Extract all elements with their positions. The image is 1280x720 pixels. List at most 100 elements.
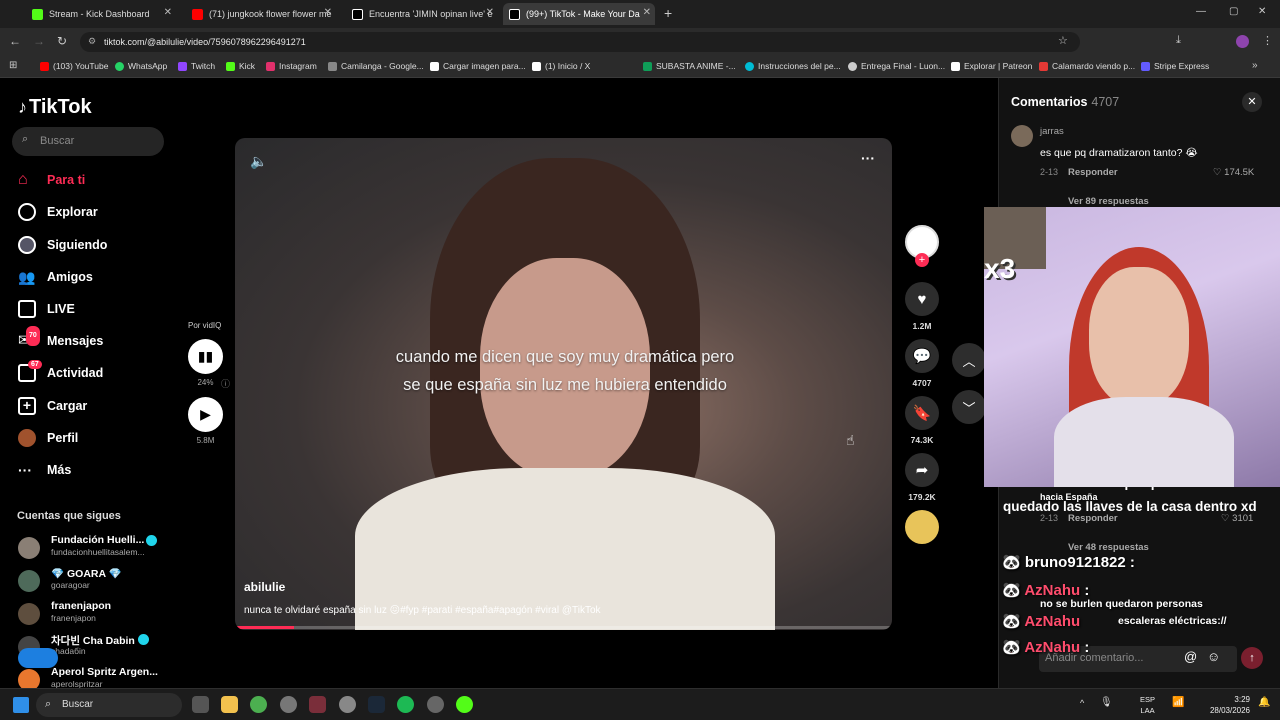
browser-tab[interactable]: (71) jungkook flower flower me ✕ — [186, 3, 336, 25]
notification-icon[interactable]: 🔔 — [1258, 697, 1270, 708]
comment-button[interactable]: 💬 4707 — [902, 339, 942, 388]
previous-video-button[interactable]: ︿ — [952, 343, 986, 377]
more-bookmarks-icon[interactable]: » — [1252, 60, 1258, 71]
taskbar-search[interactable]: ⌕ Buscar — [36, 693, 182, 717]
forward-icon[interactable]: → — [33, 34, 45, 48]
info-icon[interactable]: ⓘ — [221, 377, 230, 390]
close-comments-button[interactable]: ✕ — [1242, 92, 1262, 112]
bookmark[interactable]: Camilanga - Google... — [328, 61, 424, 71]
following-account[interactable]: Aperol Spritz Argen... aperolspritzar — [18, 666, 178, 688]
nav-mas[interactable]: ··· Más — [18, 459, 71, 481]
bookmark[interactable]: Twitch — [178, 61, 215, 71]
bookmark[interactable]: Cargar imagen para... — [430, 61, 526, 71]
network-icon[interactable]: 📶 — [1172, 697, 1184, 708]
system-clock[interactable]: 3:29 28/03/2026 — [1200, 694, 1250, 716]
following-account[interactable]: 💎 GOARA 💎 goaragoar — [18, 567, 178, 595]
nav-cargar[interactable]: + Cargar — [18, 395, 87, 417]
close-icon[interactable]: ✕ — [324, 7, 332, 18]
more-options-icon[interactable]: ··· — [861, 150, 875, 166]
settings-icon[interactable] — [280, 696, 297, 713]
bookmark[interactable]: (103) YouTube — [40, 61, 108, 71]
new-tab-icon[interactable]: + — [664, 5, 672, 21]
post-comment-button[interactable]: ↑ — [1241, 647, 1263, 669]
following-account[interactable]: franenjapon franenjapon — [18, 600, 178, 628]
apps-icon[interactable]: ⊞ — [9, 60, 17, 71]
vidiq-play-button[interactable]: ▶ — [188, 397, 223, 432]
following-account[interactable]: Fundación Huelli... fundacionhuellitasal… — [18, 534, 178, 562]
save-button[interactable]: 🔖 74.3K — [902, 396, 942, 445]
bookmark[interactable]: Entrega Final - Luon... — [848, 61, 945, 71]
vidiq-stats-button[interactable]: ▮▮ — [188, 339, 223, 374]
reload-icon[interactable]: ↻ — [57, 34, 67, 48]
bookmark[interactable]: Kick — [226, 61, 255, 71]
microphone-icon[interactable]: 🎙 — [1100, 697, 1113, 708]
steam-icon[interactable] — [368, 696, 385, 713]
nav-para-ti[interactable]: ⌂ Para ti — [18, 169, 85, 191]
close-icon[interactable]: ✕ — [486, 7, 494, 18]
back-icon[interactable]: ← — [9, 34, 21, 48]
view-replies-button[interactable]: Ver 48 respuestas — [1068, 542, 1149, 553]
app-icon[interactable] — [427, 696, 444, 713]
chrome-icon[interactable] — [250, 696, 267, 713]
nav-amigos[interactable]: 👥 Amigos — [18, 266, 93, 288]
bookmark[interactable]: WhatsApp — [115, 61, 167, 71]
tiktok-logo[interactable]: ♪ TikTok — [18, 96, 92, 119]
nav-explorar[interactable]: Explorar — [18, 201, 98, 223]
vidiq-toggle[interactable] — [18, 648, 58, 668]
nav-mensajes[interactable]: ✉ 70 Mensajes — [18, 326, 103, 352]
bookmark[interactable]: Instrucciones del pe... — [745, 61, 841, 71]
comment-like[interactable]: ♡ 3101 — [1221, 513, 1253, 524]
maximize-icon[interactable]: ▢ — [1229, 6, 1238, 17]
video-username[interactable]: abilulie — [244, 580, 285, 594]
reply-button[interactable]: Responder — [1068, 513, 1118, 524]
comment-user[interactable]: jarras — [1040, 126, 1064, 137]
follow-plus-icon[interactable]: + — [915, 253, 929, 267]
site-info-icon[interactable]: ⚙ — [88, 36, 96, 47]
obs-icon[interactable] — [309, 696, 326, 713]
creator-avatar-button[interactable]: + — [902, 225, 942, 267]
next-video-button[interactable]: ﹀ — [952, 390, 986, 424]
menu-icon[interactable]: ⋮ — [1262, 34, 1273, 47]
chevron-up-icon[interactable]: ^ — [1080, 698, 1084, 708]
video-player[interactable]: 🔈 ··· cuando me dicen que soy muy dramát… — [235, 138, 892, 630]
close-icon[interactable]: ✕ — [643, 7, 651, 18]
mention-icon[interactable]: @ — [1184, 649, 1197, 664]
share-button[interactable]: ➦ 179.2K — [902, 453, 942, 502]
bookmark[interactable]: SUBASTA ANIME -... — [643, 61, 736, 71]
reply-button[interactable]: Responder — [1068, 167, 1118, 178]
close-window-icon[interactable]: ✕ — [1258, 6, 1266, 17]
app-icon[interactable] — [192, 696, 209, 713]
browser-tab[interactable]: Stream - Kick Dashboard ✕ — [26, 3, 176, 25]
nav-actividad[interactable]: 67 Actividad — [18, 360, 103, 384]
language-indicator[interactable]: ESP LAA — [1140, 694, 1155, 716]
browser-tab[interactable]: Encuentra 'JIMIN opinan live' e ✕ — [346, 3, 498, 25]
video-progress-bar[interactable] — [235, 626, 892, 629]
spotify-icon[interactable] — [397, 696, 414, 713]
nav-siguiendo[interactable]: Siguiendo — [18, 234, 107, 256]
view-replies-button[interactable]: Ver 89 respuestas — [1068, 196, 1149, 207]
windows-start-icon[interactable] — [13, 697, 29, 713]
comment-like[interactable]: ♡ 174.5K — [1213, 167, 1254, 178]
profile-avatar[interactable] — [1236, 35, 1249, 48]
search-input[interactable]: ⌕ Buscar — [12, 127, 164, 156]
bookmark[interactable]: Instagram — [266, 61, 317, 71]
kick-icon[interactable] — [456, 696, 473, 713]
url-field[interactable]: ⚙ tiktok.com/@abilulie/video/75960789622… — [80, 32, 1080, 52]
avatar[interactable] — [1011, 125, 1033, 147]
file-explorer-icon[interactable] — [221, 696, 238, 713]
browser-tab-active[interactable]: (99+) TikTok - Make Your Da ✕ — [503, 3, 655, 25]
bookmark[interactable]: Calamardo viendo p... — [1039, 61, 1135, 71]
emoji-icon[interactable]: ☺ — [1207, 649, 1220, 664]
minimize-icon[interactable]: — — [1196, 6, 1206, 17]
bookmark[interactable]: Stripe Express — [1141, 61, 1209, 71]
nav-perfil[interactable]: Perfil — [18, 427, 78, 449]
music-disc-button[interactable] — [902, 510, 942, 544]
bookmark[interactable]: (1) Inicio / X — [532, 61, 590, 71]
like-button[interactable]: ♥ 1.2M — [902, 282, 942, 331]
nav-live[interactable]: LIVE — [18, 298, 75, 320]
bookmark-star-icon[interactable]: ☆ — [1058, 34, 1068, 47]
app-icon[interactable] — [339, 696, 356, 713]
download-icon[interactable]: ⤓ — [1176, 34, 1181, 47]
bookmark[interactable]: Explorar | Patreon — [951, 61, 1032, 71]
close-icon[interactable]: ✕ — [164, 7, 172, 18]
